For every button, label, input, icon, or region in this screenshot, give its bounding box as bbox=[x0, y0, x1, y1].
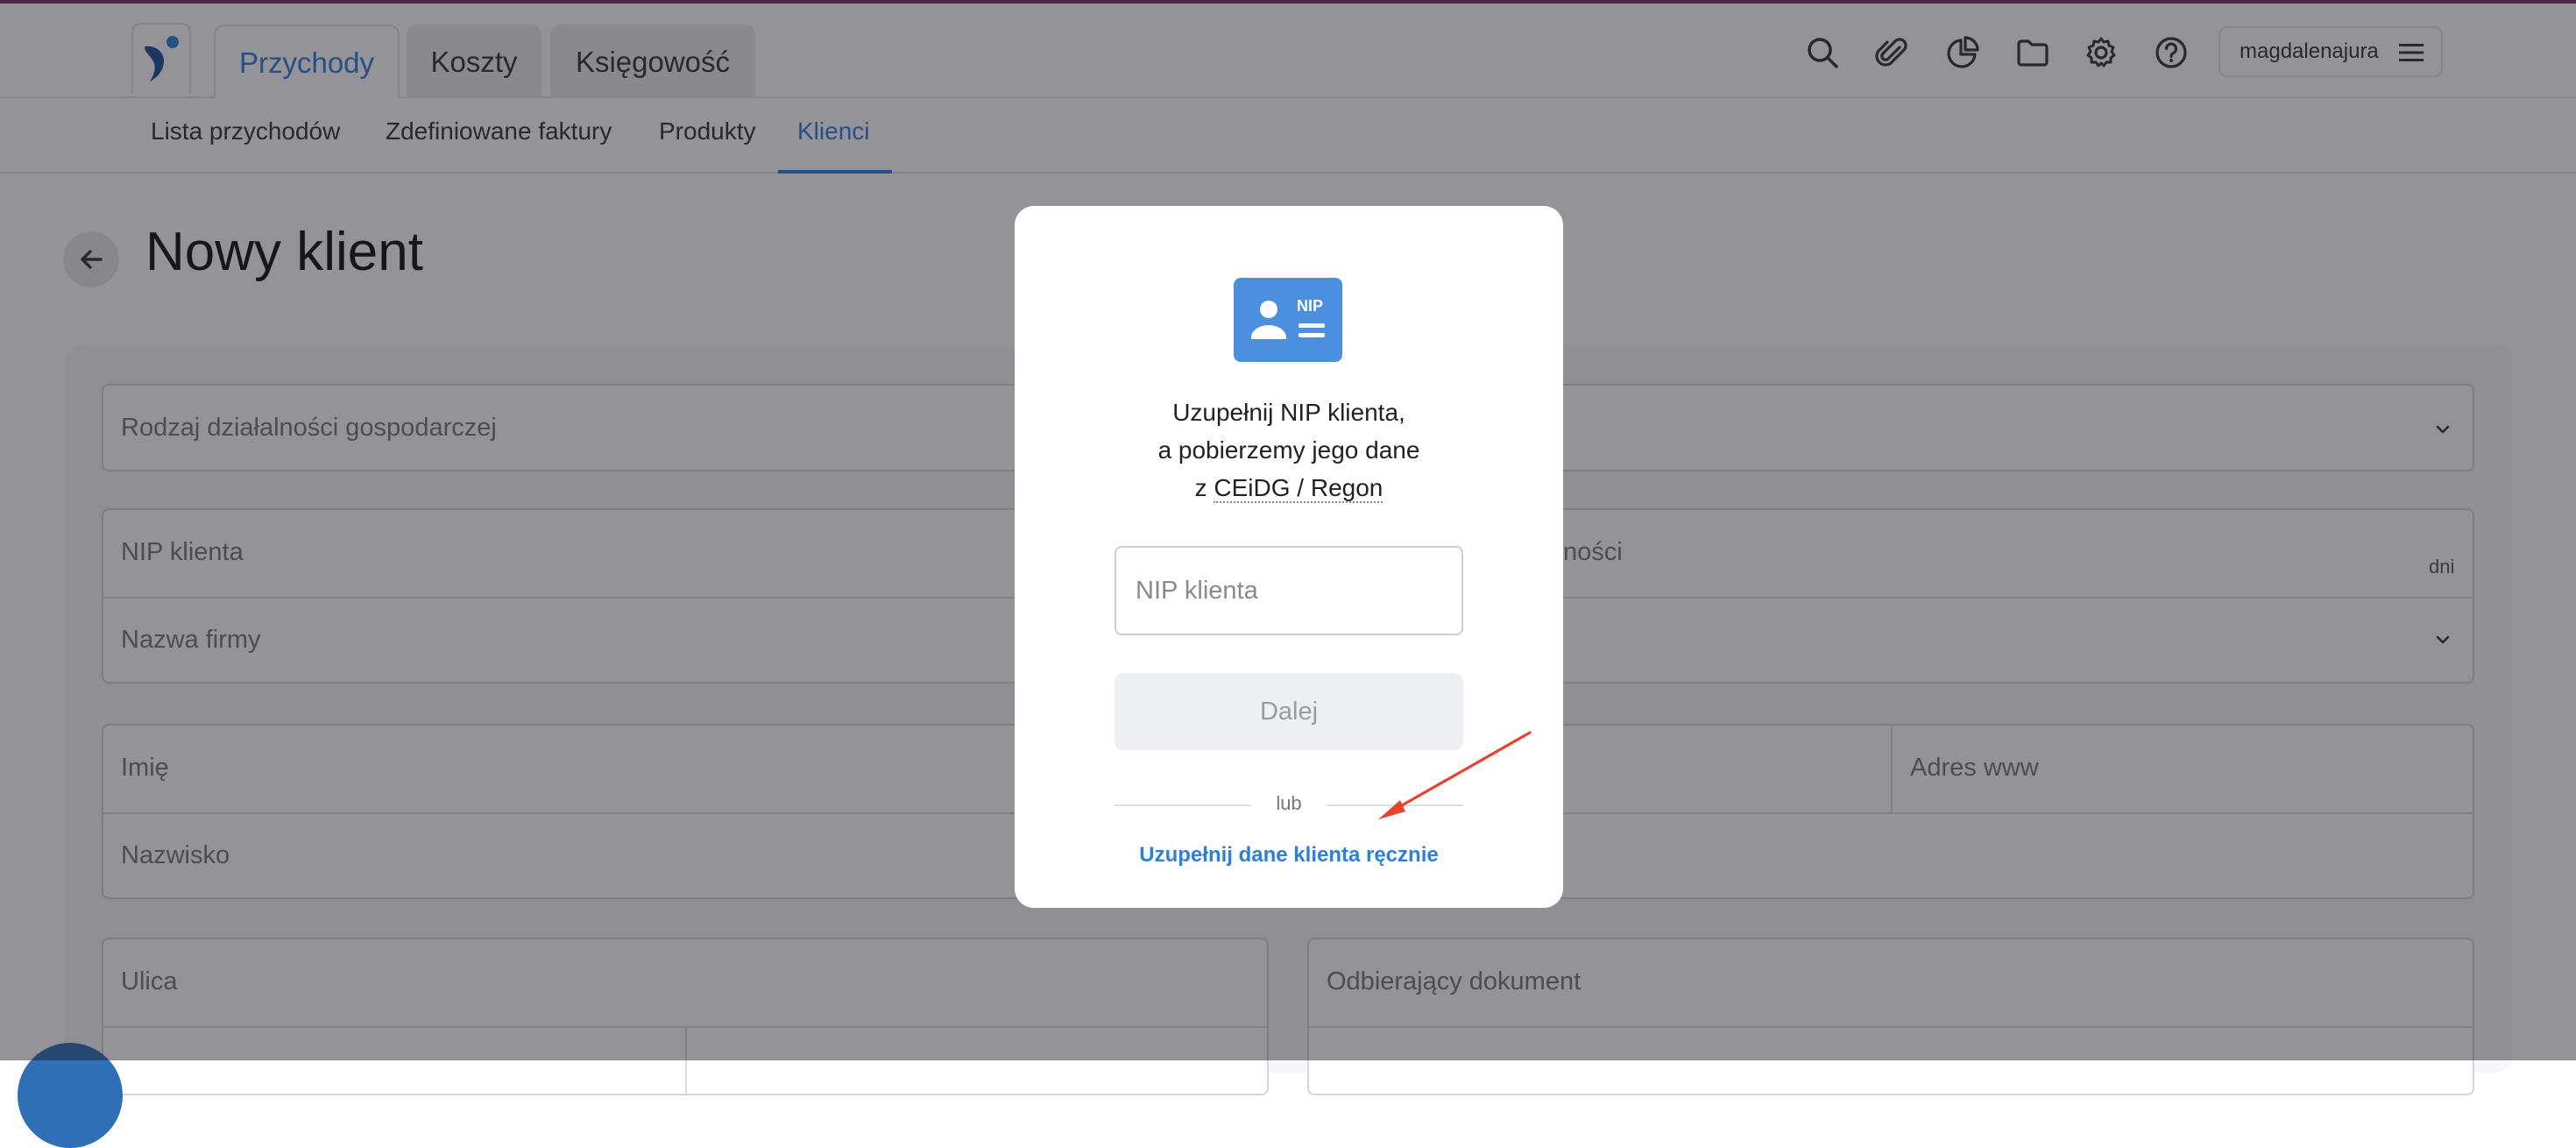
annotation-arrow bbox=[1378, 731, 1532, 819]
